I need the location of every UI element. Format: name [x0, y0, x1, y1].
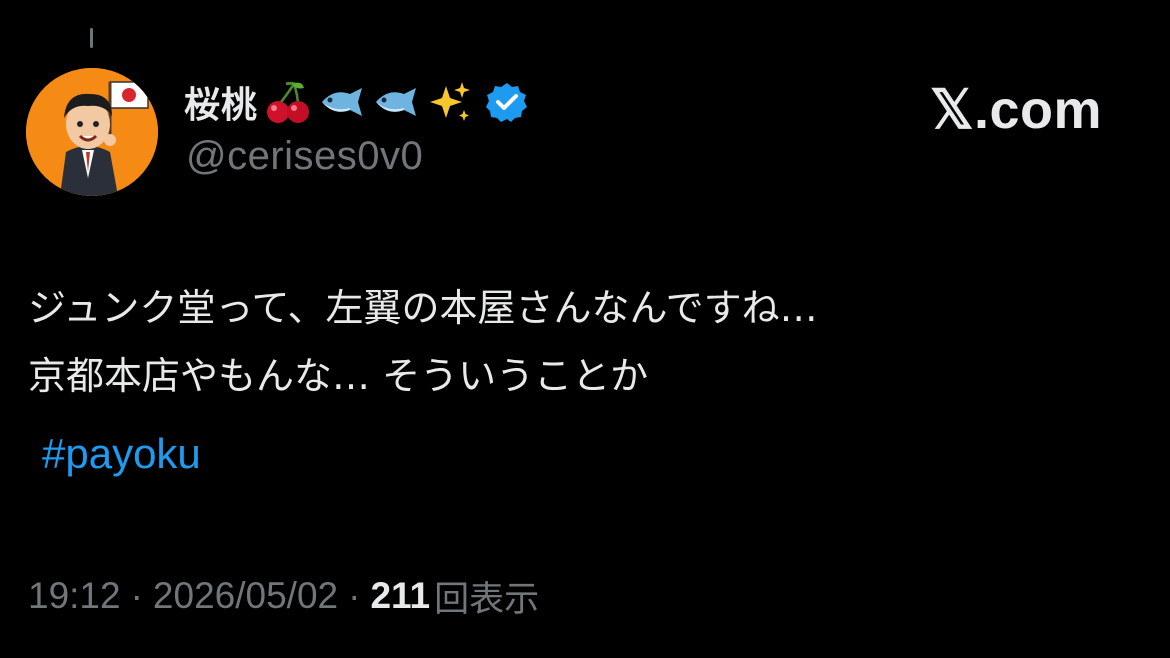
cherries-icon — [264, 78, 312, 126]
author-display-name: 桜桃 — [184, 85, 259, 126]
views-count: 211 — [370, 575, 431, 616]
author-display-name-row[interactable]: 桜桃 — [184, 78, 528, 126]
post-text-line: ジュンク堂って、左翼の本屋さんなんですね… — [28, 286, 818, 330]
x-brand-logo: 𝕏.com — [929, 80, 1102, 140]
separator-dot: · — [348, 575, 361, 616]
fish-icon — [372, 78, 420, 126]
thread-connector-line — [90, 28, 93, 48]
avatar[interactable] — [26, 68, 158, 196]
fish-icon — [318, 78, 366, 126]
post-text: ジュンク堂って、左翼の本屋さんなんですね… 京都本店やもんな… そういうことか — [28, 274, 818, 410]
verified-badge-icon[interactable] — [486, 81, 528, 123]
views-label: 回表示 — [434, 579, 540, 620]
avatar-illustration — [26, 68, 158, 196]
hashtag-link[interactable]: #payoku — [42, 430, 201, 478]
separator-dot: · — [130, 575, 143, 616]
post-date[interactable]: 2026/05/02 — [153, 575, 338, 617]
post-text-line: 京都本店やもんな… そういうことか — [28, 354, 649, 398]
post-metadata: 19:12 · 2026/05/02 · 211 回表示 — [28, 570, 539, 622]
post-time[interactable]: 19:12 — [28, 575, 121, 617]
author-handle[interactable]: @cerises0v0 — [186, 134, 423, 179]
sparkles-icon — [426, 78, 474, 126]
